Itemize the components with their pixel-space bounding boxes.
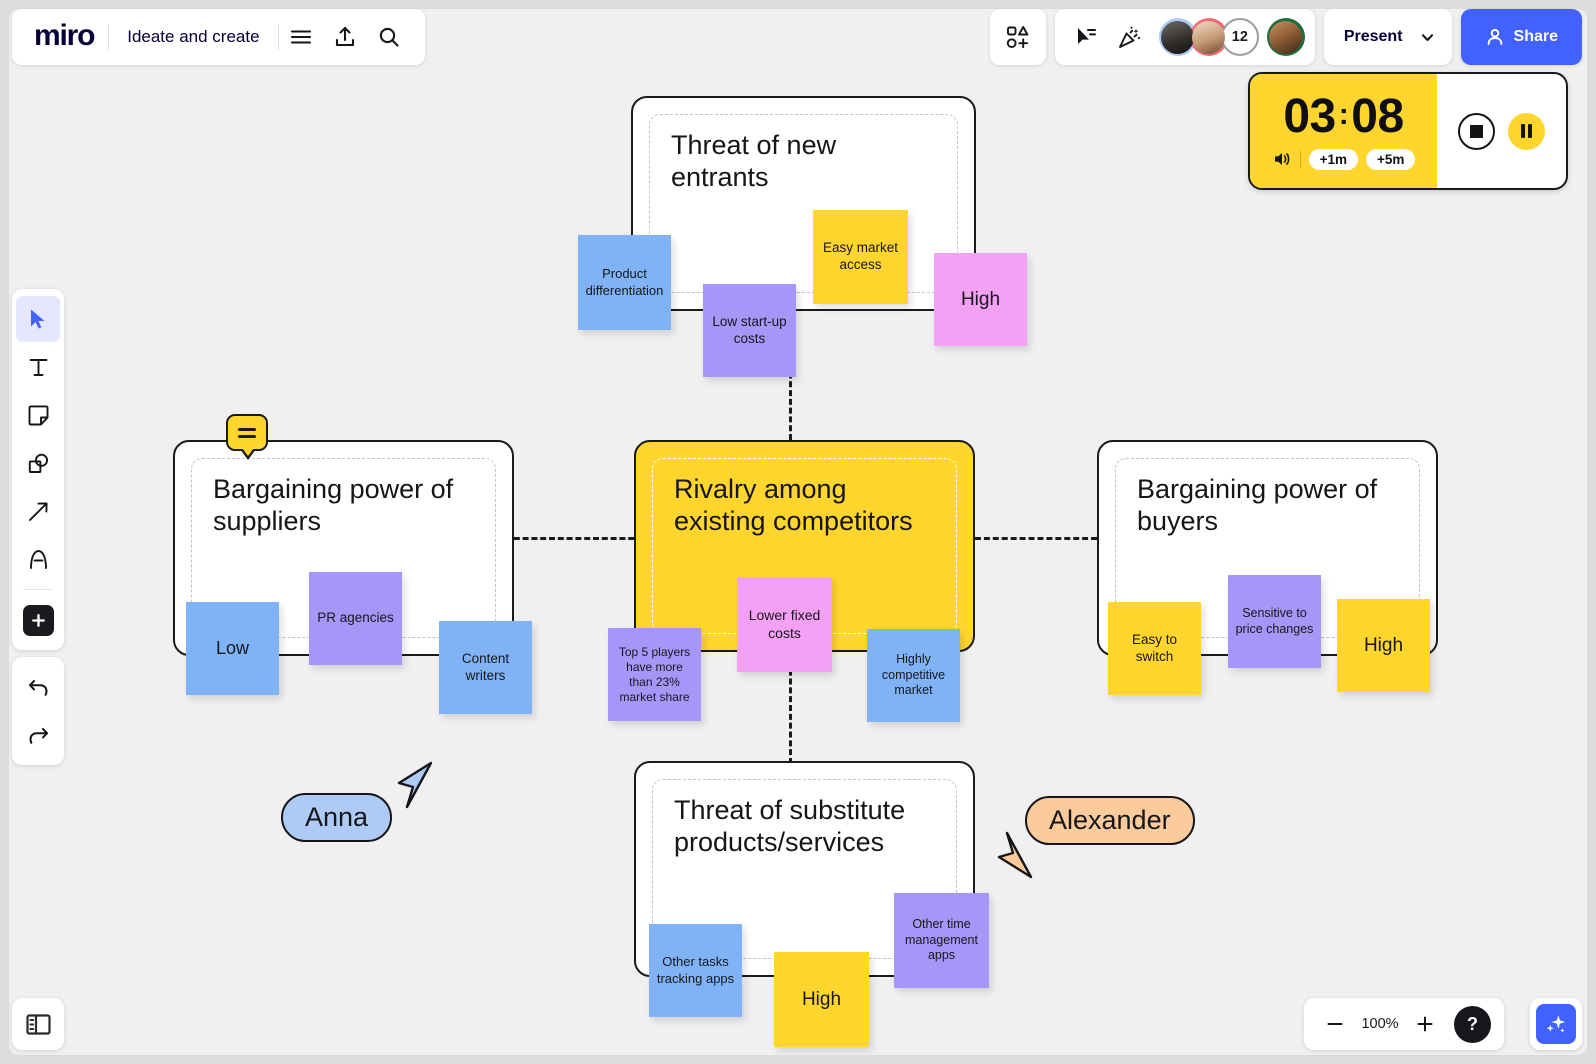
connector-tool[interactable] (16, 488, 60, 534)
sticky-note[interactable]: Other time management apps (894, 893, 989, 988)
sticky-note[interactable]: Highly competitive market (867, 629, 960, 722)
share-button[interactable]: Share (1460, 9, 1582, 65)
avatar[interactable] (1266, 18, 1305, 56)
collaborator-count-badge[interactable]: 12 (1220, 18, 1259, 56)
frame-title: Bargaining power of buyers (1137, 474, 1378, 536)
sticky-note[interactable]: Top 5 players have more than 23% market … (608, 628, 701, 721)
undo-button[interactable] (16, 664, 60, 710)
timer-widget[interactable]: 03 : 08 +1m +5m (1248, 72, 1568, 190)
shapes-tool[interactable] (16, 440, 60, 486)
zoom-out-button[interactable] (1317, 1006, 1353, 1042)
plus-icon (22, 604, 54, 636)
tool-rail (12, 289, 64, 650)
timer-minutes: 03 (1283, 89, 1336, 143)
panel-toggle-button[interactable] (12, 998, 64, 1050)
pause-bar-right (1528, 124, 1533, 138)
zoom-level-label[interactable]: 100% (1359, 1016, 1401, 1032)
select-tool[interactable] (16, 296, 60, 342)
frame-threat-new-entrants[interactable]: Threat of new entrants (631, 96, 976, 311)
more-apps-tool[interactable] (16, 597, 60, 643)
sticky-note[interactable]: High (1337, 599, 1430, 692)
stop-button[interactable] (1458, 112, 1495, 150)
sticky-note[interactable]: Sensitive to price changes (1228, 575, 1321, 668)
divider (1299, 150, 1301, 168)
timer-digits: 03 : 08 (1283, 89, 1404, 143)
help-button[interactable]: ? (1454, 1005, 1491, 1043)
comment-line-1 (238, 427, 256, 431)
sticky-note[interactable]: Low start-up costs (703, 284, 796, 377)
search-icon[interactable] (367, 15, 411, 59)
chevron-down-icon[interactable] (1411, 29, 1444, 46)
sticky-note[interactable]: Low (186, 602, 279, 695)
pen-draw-tool[interactable] (16, 536, 60, 582)
cursor-pointer-icon (397, 761, 433, 809)
top-right-toolbar: 12 Present Share (989, 9, 1582, 65)
party-popper-icon[interactable] (1109, 16, 1151, 58)
timer-display-panel: 03 : 08 +1m +5m (1250, 74, 1437, 188)
timer-controls-row: +1m +5m (1272, 148, 1416, 170)
cursor-label-alexander: Alexander (1025, 796, 1195, 845)
connector-rivalry-to-buyers (966, 537, 1106, 540)
sparkles-ai-icon (1536, 1004, 1576, 1044)
timer-separator: : (1338, 97, 1349, 131)
frame-title: Threat of new entrants (671, 130, 837, 192)
hamburger-menu-icon[interactable] (279, 15, 323, 59)
timer-seconds: 08 (1351, 89, 1404, 143)
comment-line-2 (238, 434, 256, 438)
miro-logo[interactable]: miro (26, 19, 108, 56)
history-rail (12, 657, 64, 765)
comment-badge[interactable] (226, 414, 268, 460)
speaker-volume-icon[interactable] (1272, 149, 1292, 169)
minus-icon (1327, 1023, 1343, 1025)
frame-title: Bargaining power of suppliers (213, 474, 454, 536)
sticky-note[interactable]: Content writers (439, 621, 532, 714)
plus-icon (1417, 1016, 1433, 1032)
sticky-note-tool[interactable] (16, 392, 60, 438)
person-icon (1485, 27, 1505, 47)
frame-title: Rivalry among existing competitors (674, 474, 913, 536)
sticky-note[interactable]: High (774, 952, 869, 1047)
divider (23, 589, 53, 590)
sticky-note[interactable]: High (934, 253, 1027, 346)
share-label: Share (1513, 28, 1558, 45)
zoom-controls: 100% ? (1304, 998, 1504, 1050)
ai-assistant-button[interactable] (1530, 998, 1582, 1050)
upload-icon[interactable] (323, 15, 367, 59)
pause-button[interactable] (1508, 112, 1545, 150)
collaborator-avatars: 12 (1158, 18, 1305, 56)
add-five-minutes-button[interactable]: +5m (1366, 148, 1416, 170)
sticky-note[interactable]: Lower fixed costs (737, 577, 832, 672)
redo-button[interactable] (16, 712, 60, 758)
text-tool[interactable] (16, 344, 60, 390)
top-left-toolbar: miro Ideate and create (12, 9, 425, 65)
avatar[interactable] (1189, 18, 1228, 56)
sidebar-panel-icon (25, 1013, 51, 1035)
zoom-in-button[interactable] (1407, 1006, 1443, 1042)
sticky-note[interactable]: Product differentiation (578, 235, 671, 330)
miro-board-app: Threat of new entrants Bargaining power … (0, 0, 1596, 1064)
present-button[interactable]: Present (1323, 9, 1452, 65)
bring-to-attention-cursor-icon[interactable] (1065, 16, 1107, 58)
frame-title: Threat of substitute products/services (674, 795, 906, 857)
present-label: Present (1343, 28, 1403, 45)
pause-bar-left (1520, 124, 1525, 138)
stop-square-icon (1470, 124, 1483, 138)
sticky-note[interactable]: Easy market access (813, 210, 908, 304)
collaboration-group: 12 (1054, 9, 1315, 65)
add-one-minute-button[interactable]: +1m (1308, 148, 1358, 170)
sticky-note[interactable]: Easy to switch (1108, 602, 1201, 695)
sticky-note[interactable]: PR agencies (309, 572, 402, 665)
cursor-label-anna: Anna (281, 793, 393, 842)
avatar[interactable] (1158, 18, 1197, 56)
timer-actions (1437, 74, 1566, 188)
sticky-note[interactable]: Other tasks tracking apps (649, 924, 742, 1017)
board-title[interactable]: Ideate and create (109, 27, 277, 47)
apps-grid-plus-icon[interactable] (989, 9, 1046, 65)
connector-suppliers-to-rivalry (505, 537, 643, 540)
